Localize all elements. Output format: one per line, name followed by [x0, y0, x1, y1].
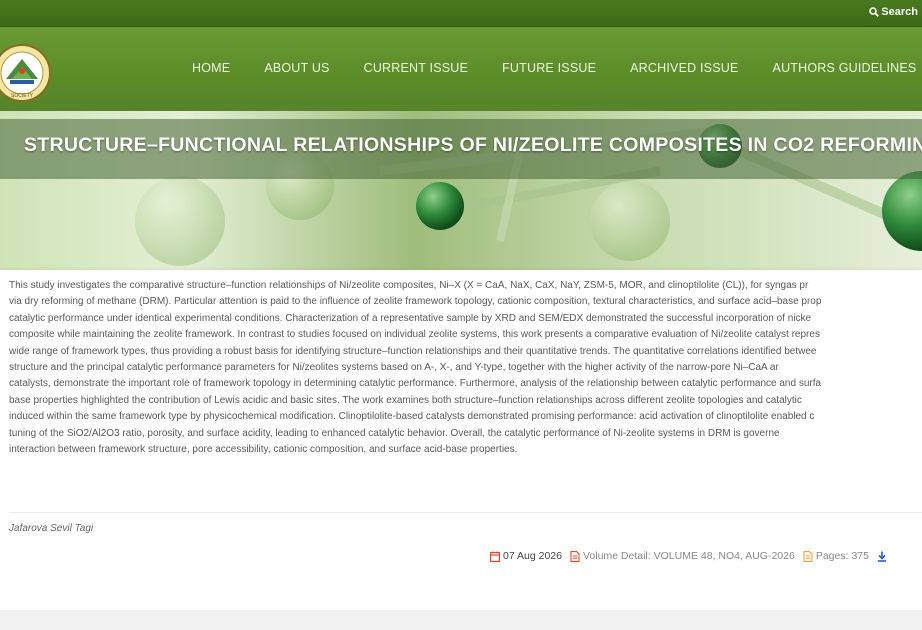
- divider: [9, 512, 922, 513]
- volume-text: Volume Detail: VOLUME 48, NO4, AUG-2026: [582, 550, 795, 562]
- pages-info: Pages: 375: [803, 550, 869, 562]
- volume-detail[interactable]: Volume Detail: VOLUME 48, NO4, AUG-2026: [570, 550, 795, 562]
- nav-future-issue[interactable]: FUTURE ISSUE: [485, 61, 613, 75]
- society-logo[interactable]: SOCIETY: [0, 43, 52, 103]
- nav-current-issue[interactable]: CURRENT ISSUE: [347, 61, 485, 75]
- nav-home[interactable]: HOME: [175, 61, 247, 75]
- nav-archived-issue[interactable]: ARCHIVED ISSUE: [613, 61, 755, 75]
- main-nav: HOME ABOUT US CURRENT ISSUE FUTURE ISSUE…: [175, 61, 922, 75]
- search-label: Search: [881, 6, 918, 18]
- abstract-line: induced within the same framework type b…: [9, 411, 815, 423]
- article-card: This study investigates the comparative …: [0, 270, 922, 610]
- svg-text:SOCIETY: SOCIETY: [11, 93, 34, 99]
- search-link[interactable]: Search: [869, 6, 918, 18]
- nav-authors-guidelines[interactable]: AUTHORS GUIDELINES: [756, 61, 922, 75]
- nav-about-us[interactable]: ABOUT US: [247, 61, 346, 75]
- publish-date: 07 Aug 2026: [490, 550, 562, 562]
- author-name: Jafarova Sevil Tagi: [9, 523, 94, 534]
- calendar-icon: [490, 551, 500, 562]
- abstract-line: catalysts, demonstrate the important rol…: [9, 378, 822, 390]
- date-text: 07 Aug 2026: [503, 550, 562, 562]
- abstract-line: This study investigates the comparative …: [9, 280, 809, 291]
- pages-text: Pages: 375: [815, 550, 869, 562]
- navbar: SOCIETY HOME ABOUT US CURRENT ISSUE FUTU…: [0, 27, 922, 111]
- article-title: STRUCTURE–FUNCTIONAL RELATIONSHIPS OF NI…: [24, 134, 922, 156]
- abstract-line: tuning of the SiO2/Al2O3 ratio, porosity…: [9, 427, 780, 439]
- download-icon: [877, 551, 887, 562]
- abstract-line: catalytic performance under identical ex…: [9, 312, 812, 324]
- abstract: This study investigates the comparative …: [9, 278, 922, 458]
- download-button[interactable]: [877, 551, 887, 562]
- search-icon: [869, 7, 880, 17]
- abstract-line: wide range of framework types, thus prov…: [9, 345, 817, 357]
- abstract-line: interaction between framework structure,…: [9, 444, 518, 456]
- page-bottom: [0, 610, 922, 630]
- abstract-line: via dry reforming of methane (DRM). Part…: [9, 296, 822, 308]
- hero-banner: STRUCTURE–FUNCTIONAL RELATIONSHIPS OF NI…: [0, 111, 922, 270]
- abstract-line: composite while maintaining the zeolite …: [9, 329, 820, 341]
- top-bar: Search: [0, 0, 922, 27]
- article-meta: 07 Aug 2026 Volume Detail: VOLUME 48, NO…: [490, 550, 895, 562]
- document-icon: [570, 550, 580, 562]
- pages-icon: [803, 550, 813, 562]
- abstract-line: base properties highlighted the contribu…: [9, 394, 802, 406]
- abstract-line: structure and the principal catalytic pe…: [9, 362, 779, 374]
